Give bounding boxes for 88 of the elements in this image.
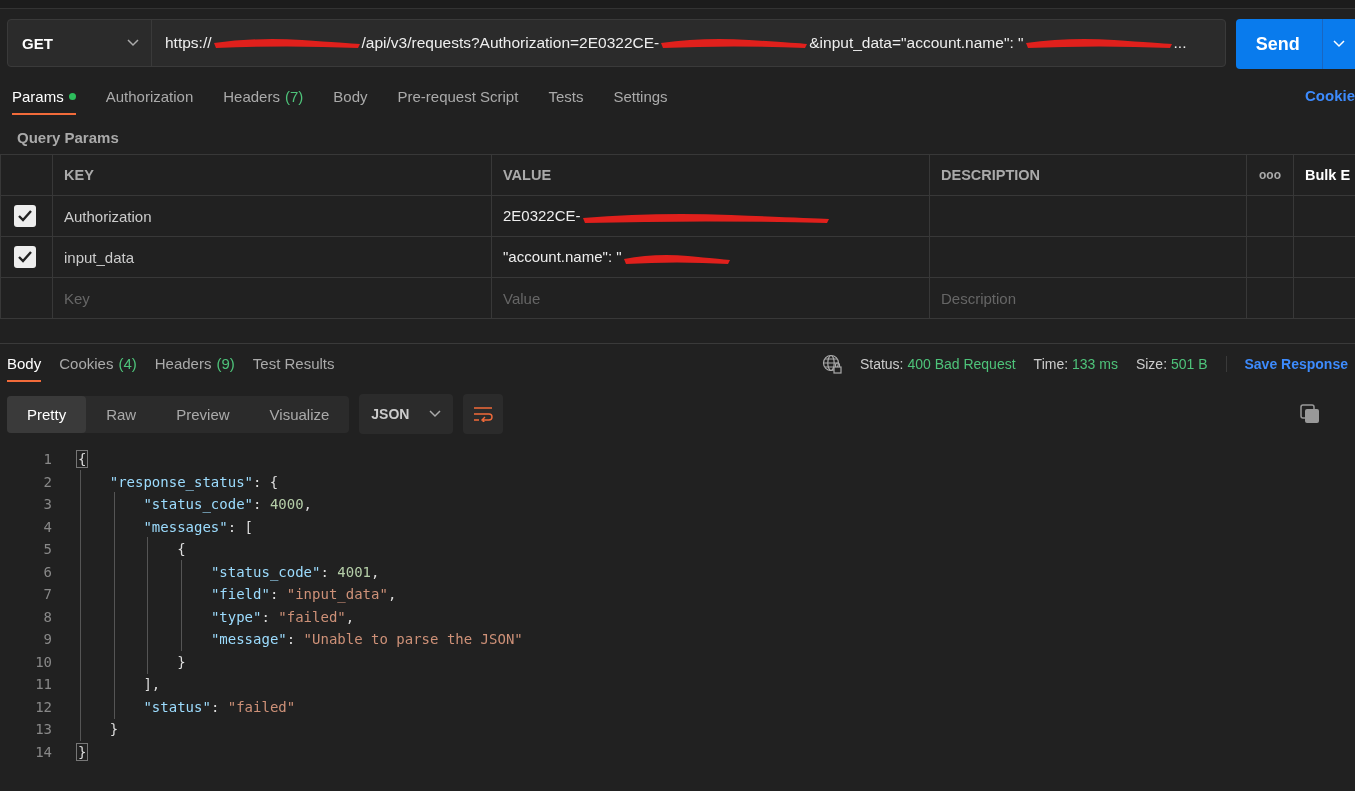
response-tab[interactable]: Cookies (4) bbox=[59, 346, 137, 382]
view-mode-tab[interactable]: Raw bbox=[86, 395, 157, 433]
chevron-down-icon bbox=[1333, 40, 1345, 48]
line-number: 5 bbox=[42, 541, 53, 558]
response-tab[interactable]: Headers (9) bbox=[154, 346, 235, 382]
code-token: 4001 bbox=[337, 563, 372, 580]
checkbox[interactable] bbox=[14, 246, 36, 268]
check-icon bbox=[18, 210, 32, 222]
code-token: , bbox=[303, 496, 313, 513]
check-icon bbox=[18, 251, 32, 263]
column-header: KEY bbox=[52, 154, 492, 196]
line-number: 1 bbox=[42, 451, 53, 468]
table-cell: input_data bbox=[52, 236, 492, 278]
code-token: { bbox=[177, 541, 186, 558]
code-token: "type" bbox=[210, 608, 262, 625]
wrap-icon bbox=[473, 406, 494, 422]
line-number: 4 bbox=[42, 518, 53, 535]
chevron-down-icon bbox=[429, 410, 442, 418]
response-tab[interactable]: Body bbox=[7, 346, 42, 382]
save-response-link[interactable]: Save Response bbox=[1225, 356, 1348, 372]
line-number: 8 bbox=[42, 608, 53, 625]
request-tab[interactable]: Settings bbox=[613, 79, 668, 115]
code-token: ], bbox=[143, 676, 161, 693]
column-header: DESCRIPTION bbox=[929, 154, 1247, 196]
code-token: "response_status" bbox=[109, 473, 253, 490]
code-token: } bbox=[177, 653, 186, 670]
code-token: : bbox=[286, 631, 297, 648]
table-cell: 2E0322CE- bbox=[503, 207, 581, 225]
code-token: "failed" bbox=[278, 608, 346, 625]
bulk-edit-button[interactable]: Bulk E bbox=[1293, 154, 1355, 196]
code-token: "status_code" bbox=[210, 563, 321, 580]
code-token: "status" bbox=[143, 698, 211, 715]
code-token: { bbox=[76, 450, 89, 469]
wrap-lines-button[interactable] bbox=[463, 394, 504, 434]
response-tab[interactable]: Test Results bbox=[252, 346, 335, 382]
format-dropdown[interactable]: JSON bbox=[359, 394, 454, 434]
code-token: , bbox=[371, 563, 380, 580]
code-token: "message" bbox=[210, 631, 287, 648]
copy-icon[interactable] bbox=[1300, 404, 1320, 424]
code-token: : bbox=[269, 586, 280, 603]
send-button[interactable]: Send bbox=[1235, 19, 1355, 69]
section-title: Query Params bbox=[16, 128, 120, 148]
code-token: "input_data" bbox=[286, 586, 388, 603]
line-number: 7 bbox=[42, 586, 53, 603]
request-tab[interactable]: Params bbox=[12, 79, 76, 115]
table-cell: "account.name": " bbox=[503, 248, 622, 266]
request-tab[interactable]: Tests bbox=[548, 79, 584, 115]
response-stat: Time: 133 ms bbox=[1033, 356, 1118, 372]
code-token: : bbox=[253, 496, 263, 513]
code-token: 4000 bbox=[269, 496, 304, 513]
line-number: 9 bbox=[42, 631, 53, 648]
request-tab[interactable]: Authorization bbox=[105, 79, 194, 115]
column-header: VALUE bbox=[491, 154, 930, 196]
view-mode-tab[interactable]: Preview bbox=[156, 395, 250, 433]
cookies-link[interactable]: Cookie bbox=[1305, 87, 1355, 104]
code-token: "field" bbox=[210, 586, 270, 603]
line-number: 2 bbox=[42, 473, 53, 490]
code-token: "status_code" bbox=[143, 496, 253, 513]
code-token: } bbox=[109, 721, 119, 738]
request-tab[interactable]: Headers (7) bbox=[223, 79, 304, 115]
code-token: : [ bbox=[227, 518, 254, 535]
request-tab[interactable]: Body bbox=[333, 79, 368, 115]
table-cell: Authorization bbox=[52, 195, 492, 237]
view-mode-tab[interactable]: Pretty bbox=[7, 395, 87, 433]
checkbox[interactable] bbox=[14, 205, 36, 227]
code-token: : bbox=[261, 608, 271, 625]
line-number: 6 bbox=[42, 563, 53, 580]
line-number: 11 bbox=[34, 676, 53, 693]
line-number: 10 bbox=[34, 653, 53, 670]
code-token: "messages" bbox=[143, 518, 228, 535]
line-number: 14 bbox=[34, 743, 53, 760]
response-stat: Size: 501 B bbox=[1135, 356, 1208, 372]
line-number: 3 bbox=[42, 496, 53, 513]
code-token: , bbox=[345, 608, 355, 625]
line-number: 13 bbox=[34, 721, 53, 738]
response-stat: Status: 400 Bad Request bbox=[859, 356, 1016, 372]
more-button[interactable]: ooo bbox=[1246, 154, 1294, 196]
code-token: } bbox=[76, 742, 89, 761]
globe-lock-icon[interactable] bbox=[821, 354, 842, 374]
code-token: : bbox=[210, 698, 221, 715]
code-token: "failed" bbox=[227, 698, 296, 715]
code-token: : bbox=[320, 563, 330, 580]
code-token: : { bbox=[253, 473, 279, 490]
view-mode-tab[interactable]: Visualize bbox=[249, 395, 350, 433]
line-number: 12 bbox=[34, 698, 53, 715]
code-token: , bbox=[387, 586, 397, 603]
request-tab[interactable]: Pre-request Script bbox=[397, 79, 519, 115]
code-token: "Unable to parse the JSON" bbox=[303, 631, 523, 648]
